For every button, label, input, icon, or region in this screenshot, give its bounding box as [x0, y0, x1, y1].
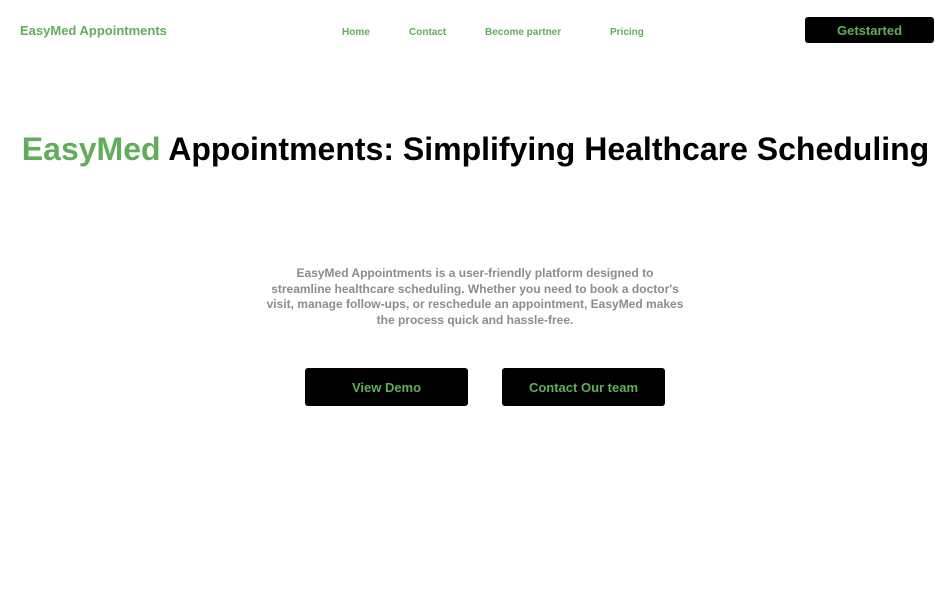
- contact-team-button[interactable]: Contact Our team: [502, 368, 665, 406]
- hero-title-accent: EasyMed: [21, 131, 161, 167]
- nav-link-contact[interactable]: Contact: [409, 27, 446, 38]
- brand-logo[interactable]: EasyMed Appointments: [20, 23, 167, 38]
- get-started-button[interactable]: Getstarted: [805, 17, 934, 43]
- nav-link-become-partner[interactable]: Become partner: [485, 27, 561, 38]
- landing-page: EasyMed Appointments Home Contact Become…: [0, 0, 951, 610]
- nav-link-pricing[interactable]: Pricing: [610, 27, 644, 38]
- hero-description: EasyMed Appointments is a user-friendly …: [266, 266, 684, 327]
- hero-title-rest: Appointments: Simplifying Healthcare Sch…: [160, 131, 930, 167]
- view-demo-button[interactable]: View Demo: [305, 368, 468, 406]
- nav-link-home[interactable]: Home: [342, 27, 370, 38]
- hero-title: EasyMed Appointments: Simplifying Health…: [0, 130, 951, 169]
